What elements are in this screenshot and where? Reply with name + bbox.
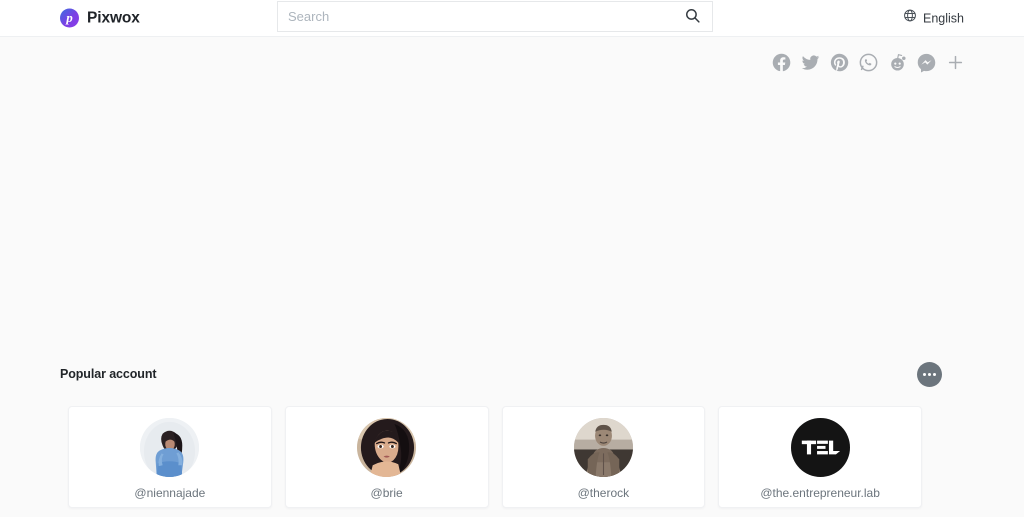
search-input[interactable] <box>288 2 678 31</box>
account-username: @niennajade <box>134 486 206 500</box>
search-bar[interactable] <box>277 1 713 32</box>
avatar <box>790 418 850 477</box>
ellipsis-icon-dot <box>923 373 926 376</box>
account-card[interactable]: @niennajade <box>68 406 272 508</box>
language-label: English <box>923 11 964 25</box>
social-share-row <box>771 52 966 73</box>
brand-logo-letter: p <box>66 10 73 25</box>
avatar <box>573 418 633 477</box>
avatar <box>140 418 200 477</box>
popular-account-card-list: @niennajade @brie @therock @the.entrepre… <box>68 406 922 508</box>
language-selector[interactable]: English <box>903 9 964 28</box>
twitter-icon[interactable] <box>800 52 821 73</box>
account-card[interactable]: @therock <box>501 406 706 508</box>
account-card[interactable]: @the.entrepreneur.lab <box>718 406 922 508</box>
messenger-icon[interactable] <box>916 52 937 73</box>
ellipsis-icon-dot <box>928 373 931 376</box>
ellipsis-icon-dot <box>933 373 936 376</box>
brand-name: Pixwox <box>87 9 140 26</box>
whatsapp-icon[interactable] <box>858 52 879 73</box>
pixwox-logo-icon: p <box>60 8 79 28</box>
more-options-button[interactable] <box>917 362 942 387</box>
brand-logo-link[interactable]: p Pixwox <box>60 8 140 28</box>
plus-icon[interactable] <box>945 52 966 73</box>
search-icon <box>684 7 701 27</box>
account-username: @brie <box>370 486 403 500</box>
reddit-icon[interactable] <box>887 52 908 73</box>
popular-account-title: Popular account <box>60 367 157 381</box>
account-username: @therock <box>577 486 630 500</box>
globe-icon <box>903 9 917 28</box>
pinterest-icon[interactable] <box>829 52 850 73</box>
site-header: p Pixwox English <box>0 0 1024 37</box>
search-button[interactable] <box>678 3 706 31</box>
facebook-icon[interactable] <box>771 52 792 73</box>
avatar <box>357 418 417 477</box>
account-username: @the.entrepreneur.lab <box>760 486 880 500</box>
account-card[interactable]: @brie <box>284 406 489 508</box>
popular-account-header: Popular account <box>0 360 1024 390</box>
